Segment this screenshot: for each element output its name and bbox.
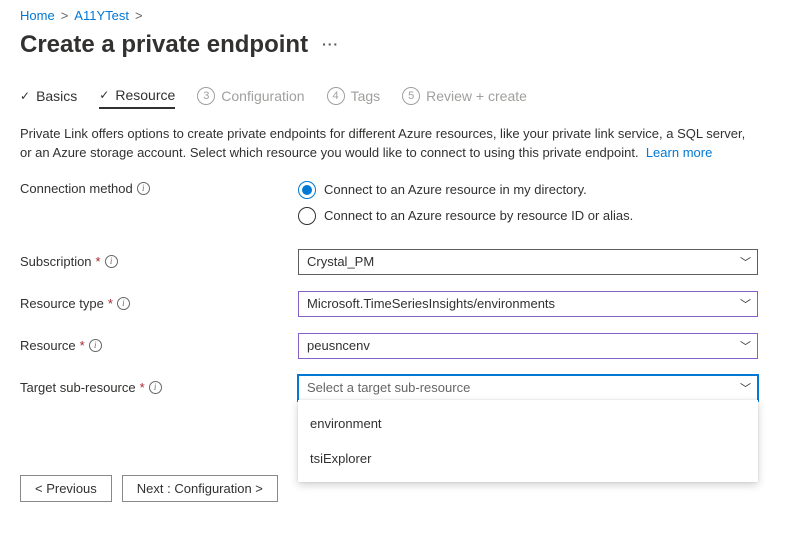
wizard-tabs: ✓ Basics ✓ Resource 3 Configuration 4 Ta… [20, 87, 771, 109]
connection-method-label: Connection method i [20, 181, 298, 196]
target-sub-resource-label: Target sub-resource * i [20, 380, 298, 395]
page-title: Create a private endpoint ··· [20, 31, 771, 59]
step-number-icon: 5 [402, 87, 420, 105]
required-icon: * [140, 380, 145, 395]
breadcrumb: Home > A11YTest > [20, 8, 771, 23]
chevron-right-icon: > [135, 8, 143, 23]
info-icon[interactable]: i [117, 297, 130, 310]
breadcrumb-a11ytest[interactable]: A11YTest [74, 8, 129, 23]
chevron-down-icon: ﹀ [740, 338, 751, 354]
tab-description: Private Link offers options to create pr… [20, 125, 760, 163]
resource-type-label: Resource type * i [20, 296, 298, 311]
check-icon: ✓ [20, 89, 30, 103]
resource-select[interactable]: peusncenv ﹀ [298, 333, 758, 359]
breadcrumb-home[interactable]: Home [20, 8, 55, 23]
step-number-icon: 3 [197, 87, 215, 105]
info-icon[interactable]: i [89, 339, 102, 352]
required-icon: * [96, 254, 101, 269]
subscription-label: Subscription * i [20, 254, 298, 269]
info-icon[interactable]: i [105, 255, 118, 268]
radio-icon [298, 181, 316, 199]
chevron-down-icon: ﹀ [740, 254, 751, 270]
check-icon: ✓ [99, 88, 109, 102]
chevron-down-icon: ﹀ [740, 380, 751, 396]
info-icon[interactable]: i [137, 182, 150, 195]
learn-more-link[interactable]: Learn more [646, 145, 712, 160]
more-actions-button[interactable]: ··· [322, 36, 339, 55]
tab-configuration[interactable]: 3 Configuration [197, 87, 304, 109]
connection-method-option-directory[interactable]: Connect to an Azure resource in my direc… [298, 181, 758, 199]
next-button[interactable]: Next : Configuration > [122, 475, 278, 502]
subscription-select[interactable]: Crystal_PM ﹀ [298, 249, 758, 275]
resource-type-select[interactable]: Microsoft.TimeSeriesInsights/environment… [298, 291, 758, 317]
required-icon: * [108, 296, 113, 311]
tab-review-create[interactable]: 5 Review + create [402, 87, 527, 109]
tab-basics[interactable]: ✓ Basics [20, 88, 77, 108]
chevron-right-icon: > [61, 8, 69, 23]
resource-label: Resource * i [20, 338, 298, 353]
radio-icon [298, 207, 316, 225]
dropdown-option-environment[interactable]: environment [298, 406, 758, 441]
chevron-down-icon: ﹀ [740, 296, 751, 312]
dropdown-option-tsiexplorer[interactable]: tsiExplorer [298, 441, 758, 476]
previous-button[interactable]: < Previous [20, 475, 112, 502]
connection-method-option-resourceid[interactable]: Connect to an Azure resource by resource… [298, 207, 758, 225]
required-icon: * [80, 338, 85, 353]
step-number-icon: 4 [327, 87, 345, 105]
target-sub-resource-select[interactable]: Select a target sub-resource ﹀ environme… [298, 375, 758, 401]
tab-tags[interactable]: 4 Tags [327, 87, 381, 109]
tab-resource[interactable]: ✓ Resource [99, 87, 175, 109]
info-icon[interactable]: i [149, 381, 162, 394]
target-sub-resource-dropdown: environment tsiExplorer [298, 400, 758, 482]
